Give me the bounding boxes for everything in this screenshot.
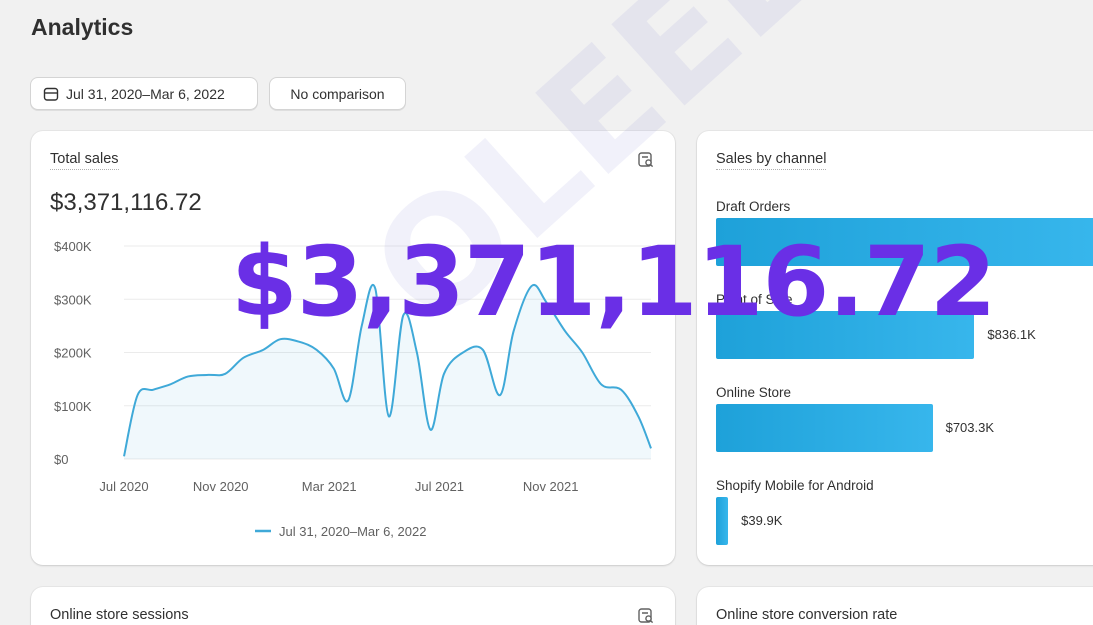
y-tick-label: $300K [54,292,92,307]
channel-bar[interactable] [716,404,933,452]
chart-search-icon[interactable] [637,151,655,169]
x-tick-label: Nov 2020 [193,479,249,494]
x-tick-label: Mar 2021 [302,479,357,494]
comparison-label: No comparison [290,85,385,102]
channel-label: Online Store [716,385,792,400]
y-tick-label: $200K [54,346,92,361]
channel-value: $703.3K [945,420,995,435]
sales-by-channel-title[interactable]: Sales by channel [716,151,827,170]
y-tick-label: $400K [54,239,92,254]
channel-label: Draft Orders [716,199,791,214]
total-sales-title[interactable]: Total sales [50,151,119,170]
sales-area [124,284,651,459]
conversion-rate-title[interactable]: Online store conversion rate [716,607,897,625]
channel-value: $39.9K [741,513,783,528]
channel-label: Shopify Mobile for Android [716,478,874,493]
date-range-button[interactable]: Jul 31, 2020–Mar 6, 2022 [30,77,258,110]
channel-bar[interactable] [716,311,975,359]
y-tick-label: $0 [54,452,68,467]
comparison-button[interactable]: No comparison [269,77,406,110]
x-tick-label: Jul 2020 [99,479,148,494]
online-store-sessions-title[interactable]: Online store sessions [50,607,189,625]
chart-search-icon[interactable] [637,607,655,625]
conversion-rate-card: Online store conversion rate [697,587,1093,625]
channel-bar[interactable] [716,218,1093,266]
legend-label: Jul 31, 2020–Mar 6, 2022 [279,524,426,539]
channel-bar[interactable] [716,497,729,545]
page-title: Analytics [31,14,134,40]
sales-by-channel-card: Sales by channel Draft Orders Point of Sa… [697,131,1093,565]
x-tick-label: Nov 2021 [523,479,579,494]
channel-label: Point of Sale [716,292,793,307]
channel-value: $836.1K [987,327,1036,342]
total-sales-card: Total sales $3,371,116.72 $400K $300K $200… [31,131,675,565]
x-tick-label: Jul 2021 [415,479,464,494]
total-sales-value: $3,371,116.72 [50,189,202,216]
calendar-icon [43,87,59,101]
y-tick-label: $100K [54,399,92,414]
date-range-label: Jul 31, 2020–Mar 6, 2022 [66,85,225,102]
online-store-sessions-card: Online store sessions [31,587,675,625]
total-sales-chart: $400K $300K $200K $100K $0 Jul 2020 Nov 2020 M… [54,239,652,539]
